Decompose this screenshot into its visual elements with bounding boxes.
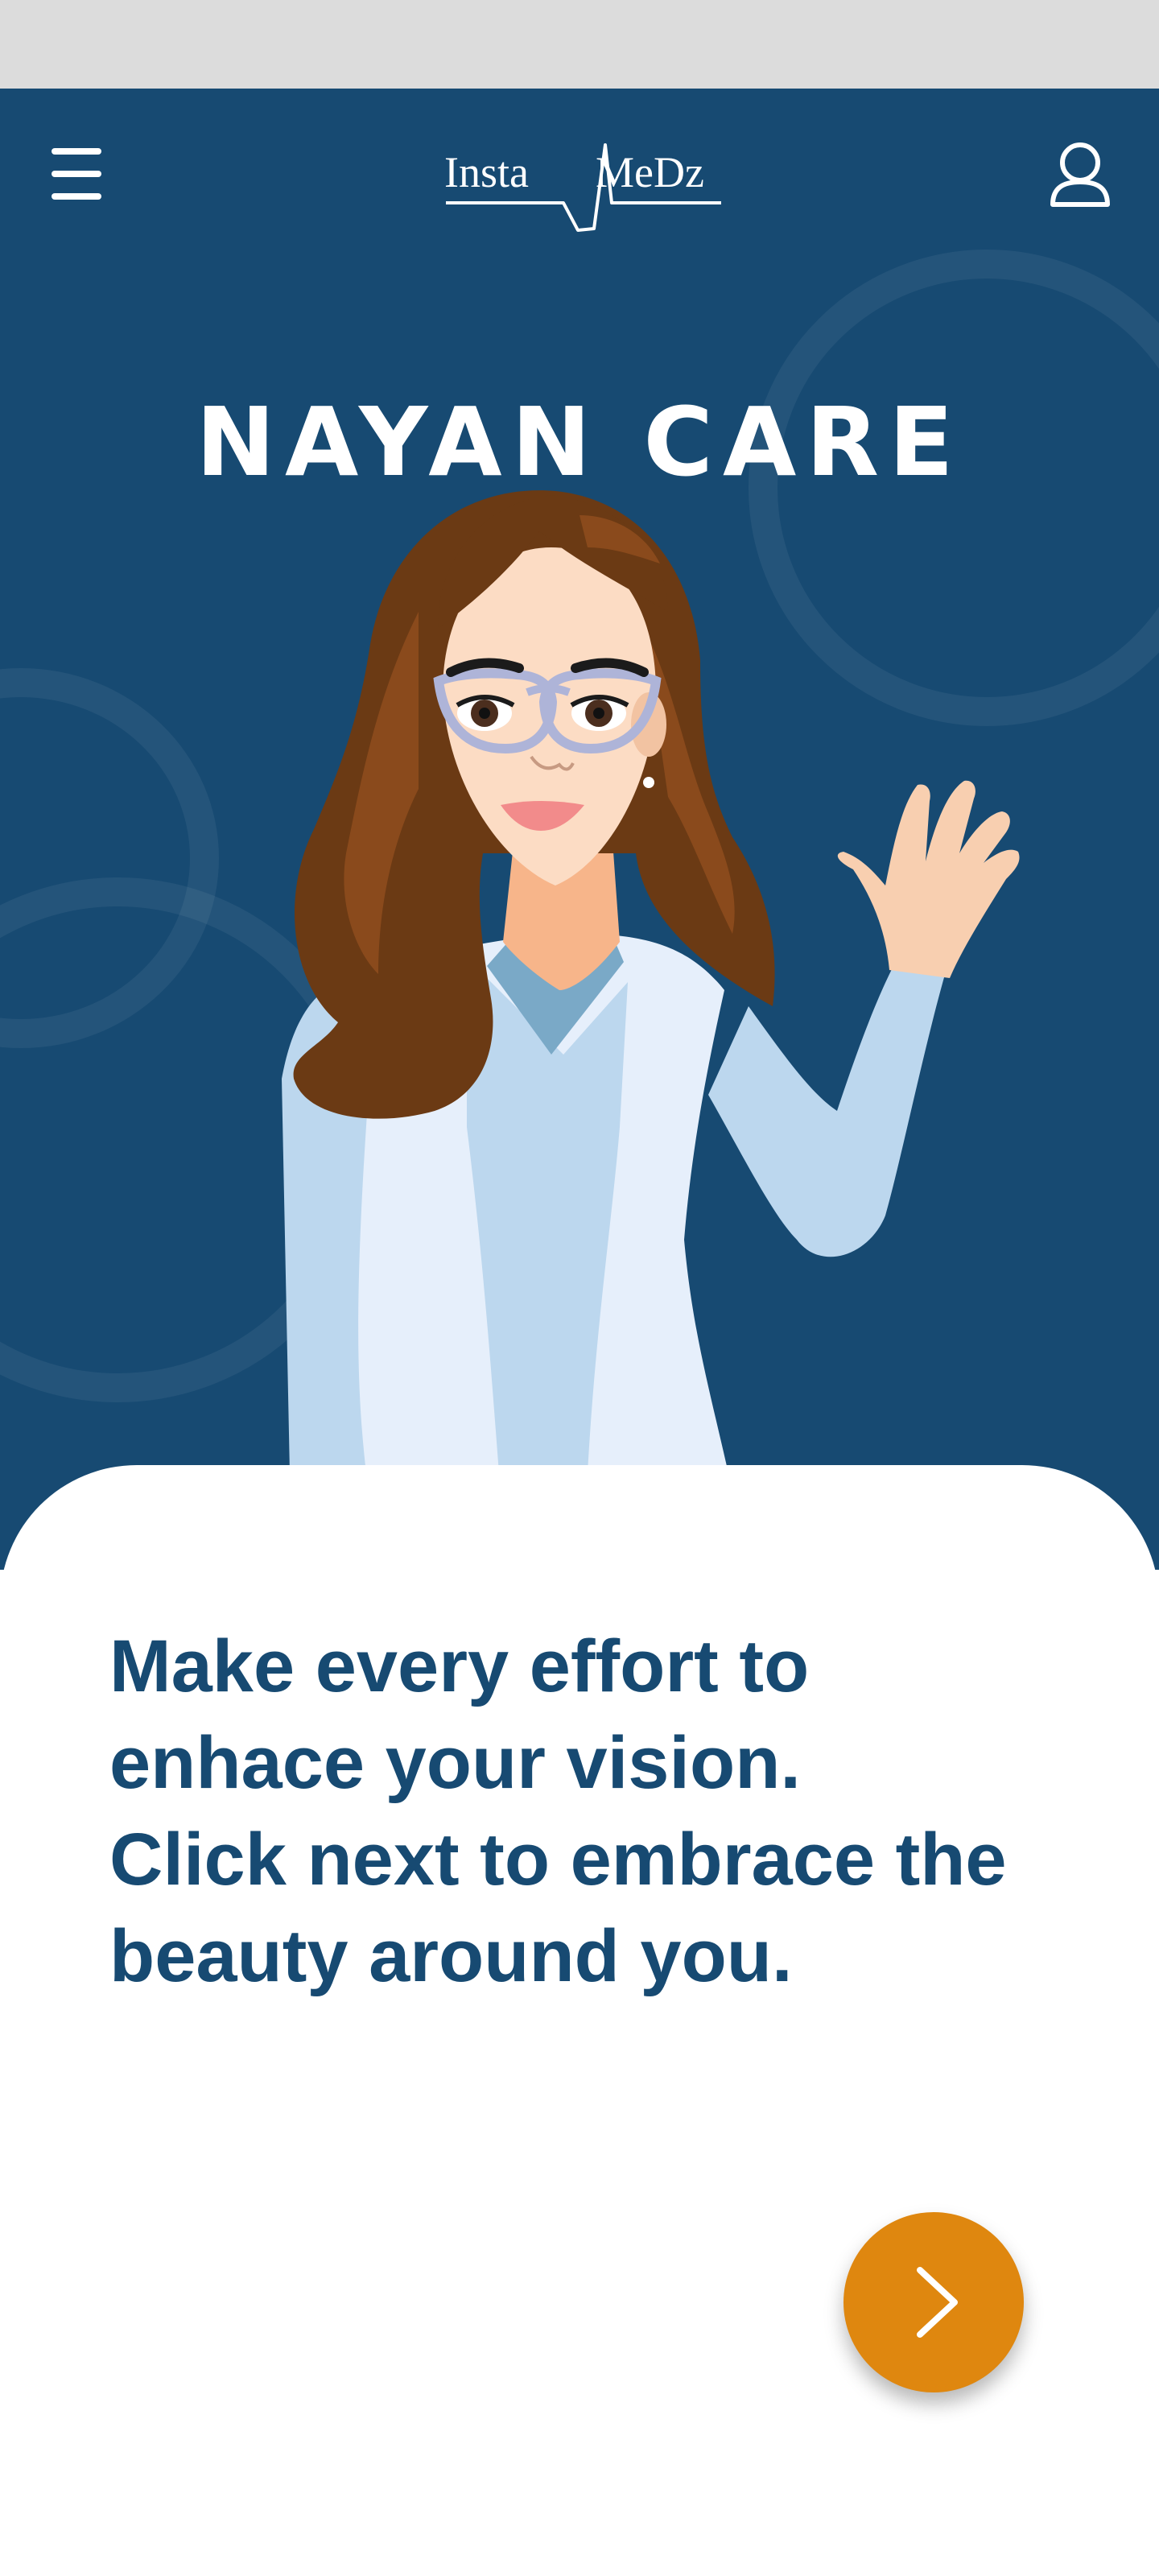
logo-text-right: MeDz bbox=[596, 148, 704, 196]
message-line: Make every effort to bbox=[109, 1625, 810, 1707]
app-logo: Insta MeDz bbox=[435, 134, 732, 238]
intro-message: Make every effort to enhace your vision.… bbox=[109, 1618, 1075, 2004]
profile-button[interactable] bbox=[1046, 138, 1114, 211]
menu-button[interactable] bbox=[45, 142, 109, 206]
next-button[interactable] bbox=[843, 2212, 1024, 2392]
message-line: Click next to embrace the bbox=[109, 1818, 1007, 1901]
message-line: beauty around you. bbox=[109, 1915, 793, 1997]
app-header: Insta MeDz bbox=[0, 89, 1159, 250]
content-card: Make every effort to enhace your vision.… bbox=[0, 1465, 1159, 2576]
page-title: NAYAN CARE bbox=[196, 386, 963, 498]
message-line: enhace your vision. bbox=[109, 1722, 801, 1804]
user-profile-icon bbox=[1050, 142, 1110, 207]
chevron-right-icon bbox=[917, 2267, 958, 2338]
